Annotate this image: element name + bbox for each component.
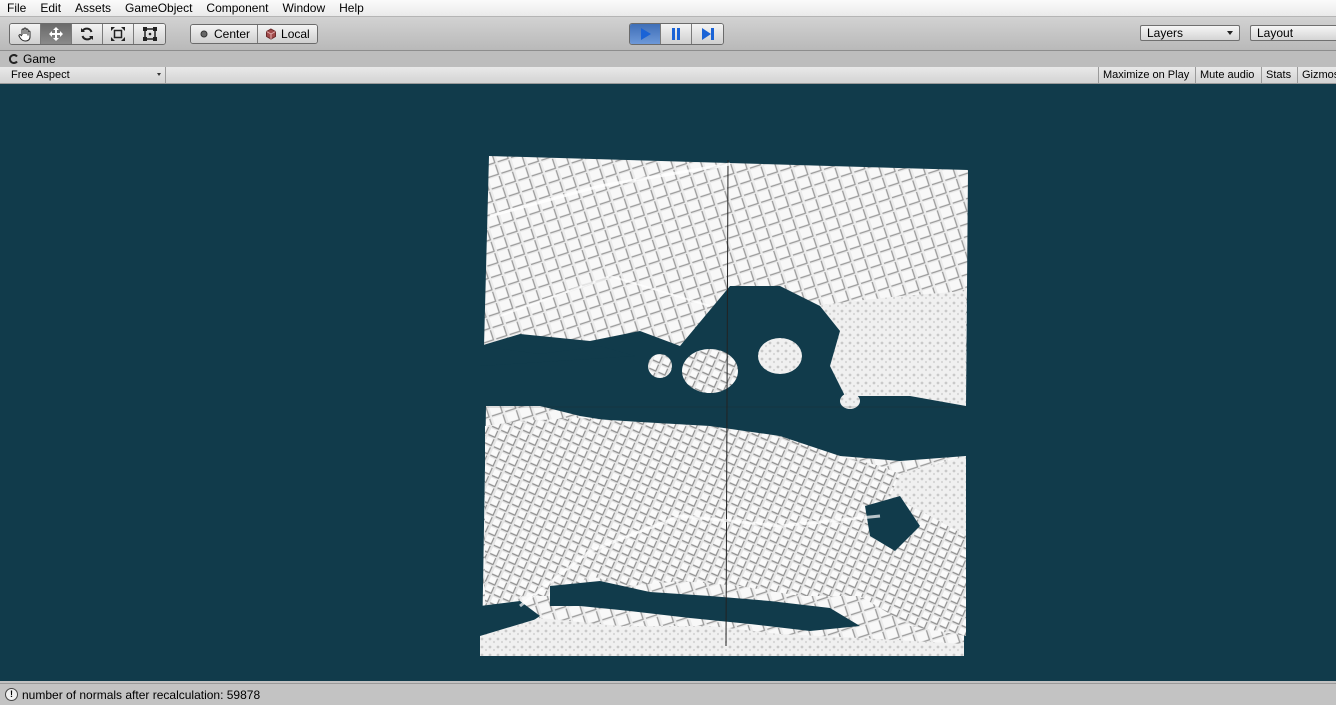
menu-assets[interactable]: Assets [68,0,118,16]
gizmos-toggle[interactable]: Gizmos [1297,67,1336,83]
rect-transform-icon [142,27,157,41]
aspect-label: Free Aspect [11,69,70,81]
chevron-down-icon [1227,31,1233,35]
pivot-icon [200,30,208,38]
menu-help[interactable]: Help [332,0,371,16]
layout-label: Layout [1257,26,1294,40]
info-icon: ! [5,688,18,701]
layout-dropdown[interactable]: Layout [1250,25,1336,41]
menu-window[interactable]: Window [275,0,332,16]
scale-icon [111,27,125,41]
status-bar[interactable]: ! number of normals after recalculation:… [0,683,1336,705]
space-label: Local [281,27,310,41]
play-button[interactable] [630,24,661,44]
game-viewport[interactable] [0,84,1336,681]
menu-component[interactable]: Component [199,0,275,16]
menu-gameobject[interactable]: GameObject [118,0,199,16]
step-button[interactable] [692,24,723,44]
rect-tool-button[interactable] [134,24,165,44]
pivot-center-toggle[interactable]: Center [191,25,259,43]
scale-tool-button[interactable] [103,24,134,44]
tab-game[interactable]: Game [0,51,56,67]
aspect-dropdown[interactable]: Free Aspect [5,67,166,83]
menu-file[interactable]: File [0,0,33,16]
pause-icon [672,28,680,40]
pivot-label: Center [214,27,251,41]
pause-button[interactable] [661,24,692,44]
game-view-toolbar: Free Aspect Maximize on Play Mute audio … [0,67,1336,84]
status-message: number of normals after recalculation: 5… [22,687,261,702]
transform-tools [9,23,166,45]
stats-toggle[interactable]: Stats [1261,67,1295,83]
hand-tool-button[interactable] [10,24,41,44]
game-tab-label: Game [23,52,56,66]
cube-icon [266,28,277,40]
layers-label: Layers [1147,26,1184,40]
play-icon [641,28,651,40]
menu-bar: File Edit Assets GameObject Component Wi… [0,0,1336,17]
terrain-render [480,156,968,656]
layers-dropdown[interactable]: Layers [1140,25,1240,41]
menu-edit[interactable]: Edit [33,0,68,16]
pivot-space-toggle[interactable]: Local [258,25,317,43]
game-tab-bar: Game [0,51,1336,67]
play-controls [629,23,724,45]
rotate-tool-button[interactable] [72,24,103,44]
game-view-icon [9,54,18,64]
main-toolbar: Center Local Layers Layout [0,17,1336,51]
maximize-on-play-toggle[interactable]: Maximize on Play [1098,67,1193,83]
pivot-toggles: Center Local [190,24,318,44]
step-icon [701,28,714,40]
hand-icon [18,27,31,42]
move-icon [49,27,63,41]
move-tool-button[interactable] [41,24,72,44]
chevron-down-icon [157,73,161,76]
mute-audio-toggle[interactable]: Mute audio [1195,67,1258,83]
rotate-icon [81,27,93,41]
